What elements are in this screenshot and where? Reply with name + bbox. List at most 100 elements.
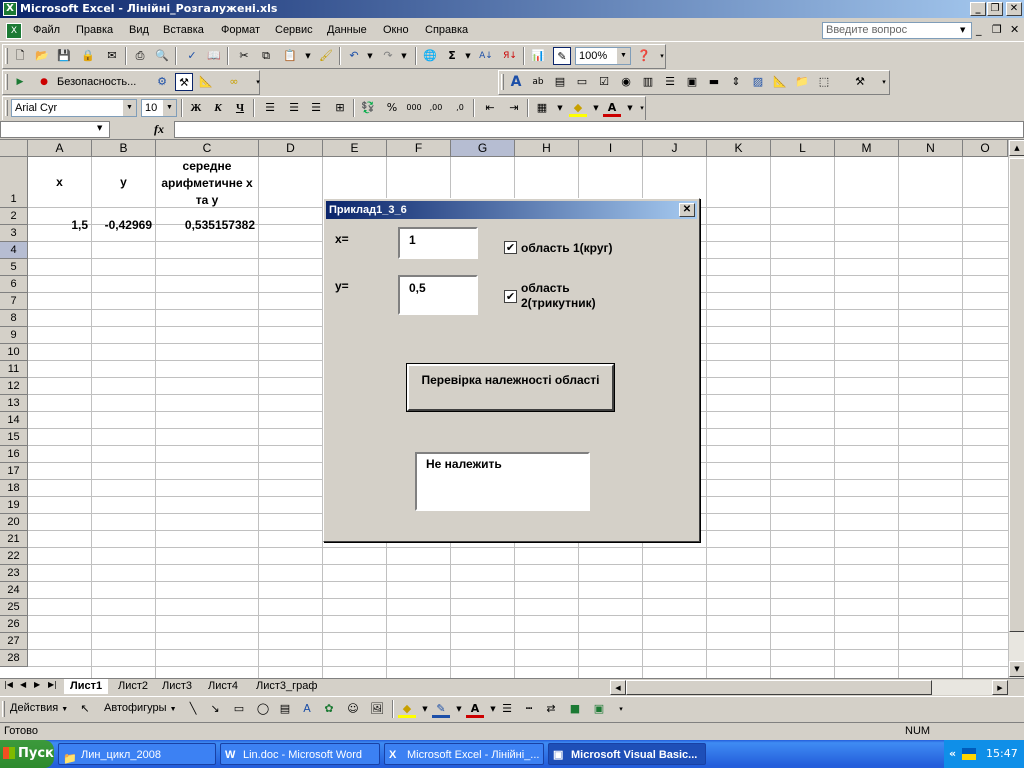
paste-icon[interactable]: 📋 (281, 47, 299, 65)
font-color-icon[interactable]: A (466, 700, 484, 718)
restore-button[interactable]: ❐ (987, 2, 1003, 16)
exit-design-icon[interactable]: ⚒ (851, 73, 869, 91)
column-header[interactable]: D (259, 140, 323, 157)
line-style-icon[interactable]: ☰ (498, 700, 516, 718)
decrease-decimal-icon[interactable]: ,0 (451, 99, 469, 117)
format-painter-icon[interactable]: 🖌 (317, 47, 335, 65)
new-icon[interactable]: 🗋 (11, 47, 29, 65)
menu-help[interactable]: Справка (425, 24, 468, 36)
row-header[interactable]: 23 (0, 565, 28, 582)
zoom-combo[interactable]: 100% ▼ (575, 47, 631, 65)
listbox-control-icon[interactable]: ☰ (661, 73, 679, 91)
menu-format[interactable]: Формат (221, 24, 260, 36)
underline-icon[interactable]: Ч (231, 99, 249, 117)
design-mode-icon[interactable]: 📐 (197, 73, 215, 91)
dash-style-icon[interactable]: ┅ (520, 700, 538, 718)
print-icon[interactable]: ⎙ (131, 47, 149, 65)
sheet-tab[interactable]: Лист2 (112, 679, 154, 694)
row-header[interactable]: 11 (0, 361, 28, 378)
minimize-button[interactable]: _ (970, 2, 986, 16)
toolbar-options-icon[interactable]: ▾ (875, 73, 893, 91)
email-icon[interactable]: ✉ (103, 47, 121, 65)
row-header[interactable]: 19 (0, 497, 28, 514)
cell-a1[interactable]: x (28, 175, 91, 189)
print-preview-icon[interactable]: 🔍 (153, 47, 171, 65)
ask-question-input[interactable]: Введите вопрос (822, 22, 972, 39)
toolbar-options-icon[interactable]: ▾ (633, 99, 651, 117)
properties-icon[interactable]: 📐 (771, 73, 789, 91)
column-header[interactable]: G (451, 140, 515, 157)
scroll-thumb[interactable] (626, 680, 932, 695)
sheet-tab[interactable]: Лист4 (202, 679, 244, 694)
formula-input[interactable] (174, 121, 1024, 138)
image-control-icon[interactable]: ▨ (749, 73, 767, 91)
dialog-close-button[interactable]: ✕ (679, 203, 695, 217)
taskbar-item[interactable]: X Microsoft Excel - Лінійні_... (384, 743, 544, 765)
row-header[interactable]: 27 (0, 633, 28, 650)
security-button[interactable]: Безопасность... (57, 76, 136, 88)
cell-b2[interactable]: -0,42969 (92, 218, 155, 232)
row-header[interactable]: 25 (0, 599, 28, 616)
x-input[interactable]: 1 (398, 227, 478, 259)
comma-style-icon[interactable]: 000 (405, 99, 423, 117)
doc-close-button[interactable]: ✕ (1010, 23, 1019, 36)
select-all-corner[interactable] (0, 140, 28, 157)
sort-descending-icon[interactable]: Я↓ (501, 47, 519, 65)
column-header[interactable]: I (579, 140, 643, 157)
menu-data[interactable]: Данные (327, 24, 367, 36)
increase-indent-icon[interactable]: ⇥ (505, 99, 523, 117)
start-button[interactable]: Пуск (0, 740, 54, 768)
fill-color-icon[interactable]: ◆ (398, 700, 416, 718)
currency-icon[interactable]: 💱 (359, 99, 377, 117)
name-box[interactable]: ▼ (0, 121, 110, 138)
clipart-icon[interactable]: ☺ (344, 700, 362, 718)
3d-icon[interactable]: ▣ (590, 700, 608, 718)
row-header[interactable]: 4 (0, 242, 28, 259)
merge-center-icon[interactable]: ⊞ (331, 99, 349, 117)
scroll-thumb[interactable] (1009, 158, 1024, 632)
row-header[interactable]: 2 (0, 208, 28, 225)
row-header[interactable]: 5 (0, 259, 28, 276)
chevron-down-icon[interactable]: ▼ (61, 706, 68, 713)
row-header[interactable]: 15 (0, 429, 28, 446)
textbox-control-icon[interactable]: ab (529, 73, 547, 91)
line-color-icon[interactable]: ✎ (432, 700, 450, 718)
align-center-icon[interactable]: ☰ (285, 99, 303, 117)
row-header[interactable]: 6 (0, 276, 28, 293)
row-header[interactable]: 3 (0, 225, 28, 242)
sheet-tab[interactable]: Лист3 (156, 679, 198, 694)
area2-checkbox[interactable]: ✔ (504, 290, 517, 303)
row-header[interactable]: 24 (0, 582, 28, 599)
save-icon[interactable]: 💾 (55, 47, 73, 65)
column-header[interactable]: C (156, 140, 259, 157)
more-controls-icon[interactable]: ⬚ (815, 73, 833, 91)
row-header[interactable]: 18 (0, 480, 28, 497)
horizontal-scrollbar[interactable]: ◀ ▶ (610, 680, 1008, 695)
prev-sheet-icon[interactable]: ◀ (20, 680, 26, 689)
autoshapes-menu[interactable]: Автофигуры ▼ (104, 702, 177, 714)
row-header[interactable]: 12 (0, 378, 28, 395)
chevron-down-icon[interactable]: ▼ (459, 47, 477, 65)
row-header[interactable]: 13 (0, 395, 28, 412)
research-icon[interactable]: 📖 (205, 47, 223, 65)
copy-icon[interactable]: ⧉ (257, 47, 275, 65)
record-icon[interactable]: ● (35, 73, 53, 91)
diagram-icon[interactable]: ✿ (320, 700, 338, 718)
sheet-tab[interactable]: Лист1 (64, 679, 109, 694)
chevron-down-icon[interactable]: ▼ (123, 100, 136, 116)
column-header[interactable]: F (387, 140, 451, 157)
chevron-down-icon[interactable]: ▼ (299, 47, 317, 65)
menu-insert[interactable]: Вставка (163, 24, 204, 36)
spelling-icon[interactable]: ✓ (183, 47, 201, 65)
option-control-icon[interactable]: ◉ (617, 73, 635, 91)
shadow-icon[interactable]: ■ (566, 700, 584, 718)
script-editor-icon[interactable]: ∞ (225, 73, 243, 91)
row-header[interactable]: 20 (0, 514, 28, 531)
menu-edit[interactable]: Правка (76, 24, 113, 36)
first-sheet-icon[interactable]: |◀ (4, 680, 13, 689)
frame-control-icon[interactable]: ▤ (551, 73, 569, 91)
cell-a2[interactable]: 1,5 (28, 218, 91, 232)
next-sheet-icon[interactable]: ▶ (34, 680, 40, 689)
chevron-down-icon[interactable]: ▼ (551, 99, 569, 117)
area1-label[interactable]: область 1(круг) (521, 241, 613, 255)
